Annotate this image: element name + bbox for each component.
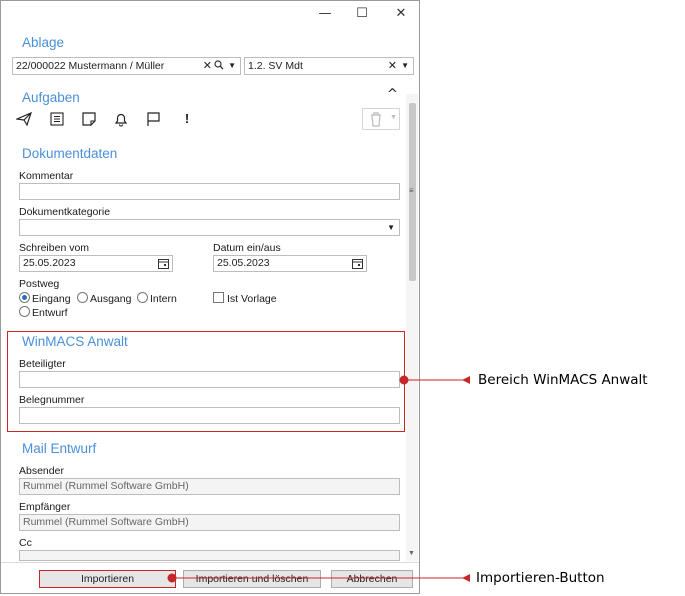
callout-winmacs-label: Bereich WinMACS Anwalt: [478, 372, 648, 388]
callout-lines: [167, 375, 470, 583]
callout-arrow-winmacs: [462, 376, 470, 384]
callout-import-label: Importieren-Button: [476, 570, 605, 586]
callout-arrow-import: [462, 574, 470, 582]
